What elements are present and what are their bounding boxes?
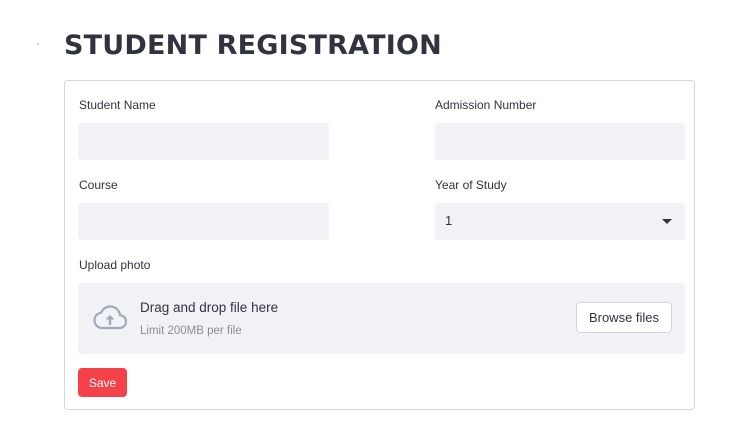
file-dropzone[interactable]: Drag and drop file here Limit 200MB per … bbox=[78, 283, 685, 354]
student-name-label: Student Name bbox=[79, 98, 156, 112]
year-of-study-select[interactable]: 1 bbox=[435, 203, 685, 240]
registration-form: Student Name Admission Number Course Yea… bbox=[64, 80, 695, 410]
cloud-upload-icon bbox=[93, 305, 128, 336]
year-of-study-value: 1 bbox=[445, 213, 453, 228]
decorative-dot bbox=[37, 43, 39, 45]
chevron-down-icon bbox=[662, 219, 672, 224]
student-name-input[interactable] bbox=[78, 123, 329, 160]
course-label: Course bbox=[79, 178, 118, 192]
course-input[interactable] bbox=[78, 203, 329, 240]
admission-number-input[interactable] bbox=[435, 123, 685, 160]
dropzone-instructions: Drag and drop file here bbox=[140, 300, 279, 315]
dropzone-limit: Limit 200MB per file bbox=[140, 325, 242, 337]
save-button[interactable]: Save bbox=[78, 368, 127, 397]
browse-files-button[interactable]: Browse files bbox=[576, 302, 672, 333]
admission-number-label: Admission Number bbox=[435, 98, 537, 112]
page: STUDENT REGISTRATION Student Name Admiss… bbox=[0, 0, 737, 431]
upload-photo-label: Upload photo bbox=[79, 258, 151, 272]
year-of-study-label: Year of Study bbox=[435, 178, 507, 192]
page-title: STUDENT REGISTRATION bbox=[64, 30, 442, 61]
